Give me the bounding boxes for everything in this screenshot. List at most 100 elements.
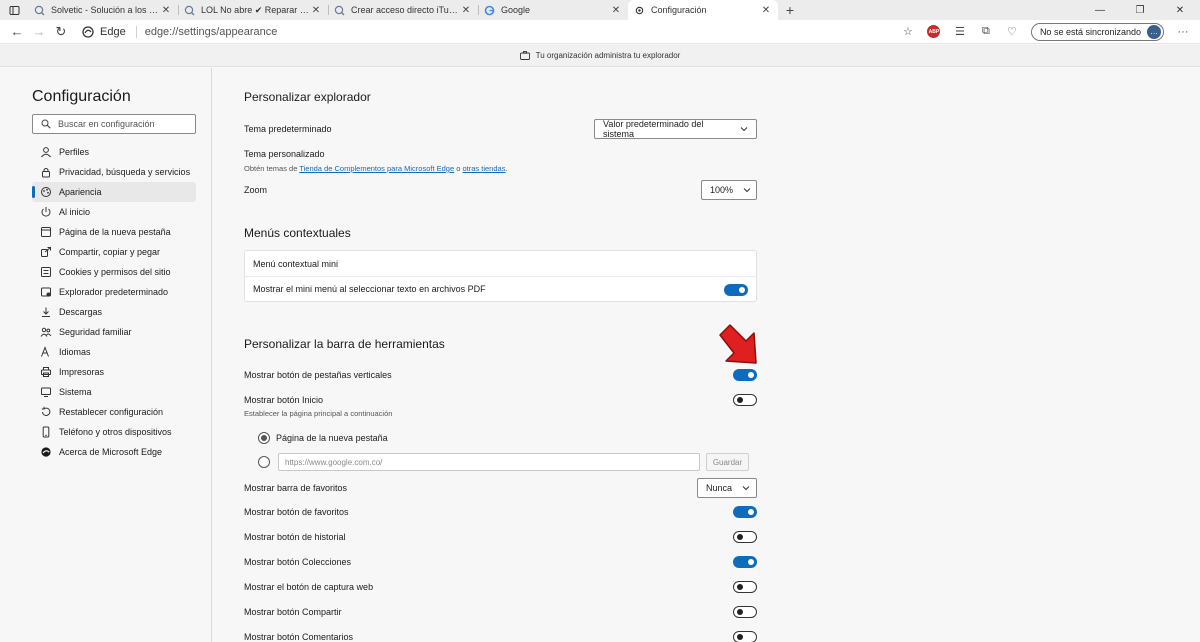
tab-close-icon[interactable]: ✕ <box>760 5 772 16</box>
url-text[interactable]: edge://settings/appearance <box>145 26 278 38</box>
radio-new-tab-page[interactable] <box>258 432 270 444</box>
sidebar-item-label: Sistema <box>59 387 92 397</box>
refresh-button[interactable]: ↻ <box>50 21 72 43</box>
other-stores-link[interactable]: otras tiendas <box>463 164 506 173</box>
favorite-star-button[interactable]: ☆ <box>897 21 919 43</box>
phone-icon <box>40 426 52 438</box>
theme-dropdown[interactable]: Valor predeterminado del sistema <box>594 119 757 139</box>
vertical-tabs-toggle[interactable] <box>733 369 757 381</box>
collections-icon: ⧉ <box>982 25 990 37</box>
favorites-bar-dropdown[interactable]: Nunca <box>697 478 757 498</box>
org-banner-text: Tu organización administra tu explorador <box>535 51 681 60</box>
home-url-input[interactable] <box>278 453 700 471</box>
sidebar-item-languages[interactable]: Idiomas <box>32 342 196 362</box>
custom-theme-suffix: . <box>505 164 508 173</box>
favorites-button[interactable]: ☰ <box>949 21 971 43</box>
sidebar-item-label: Apariencia <box>59 187 102 197</box>
tab-close-icon[interactable]: ✕ <box>160 5 172 16</box>
share-button-label: Mostrar botón Compartir <box>244 607 342 617</box>
sidebar-item-family-safety[interactable]: Seguridad familiar <box>32 322 196 342</box>
settings-search[interactable] <box>32 114 196 134</box>
comments-button-toggle[interactable] <box>733 631 757 642</box>
vertical-tabs-row: Mostrar botón de pestañas verticales <box>244 369 757 381</box>
sidebar-item-new-tab-page[interactable]: Página de la nueva pestaña <box>32 222 196 242</box>
sync-status-label: No se está sincronizando <box>1039 26 1141 37</box>
addons-store-link[interactable]: Tienda de Complementos para Microsoft Ed… <box>299 164 454 173</box>
sidebar-item-system[interactable]: Sistema <box>32 382 196 402</box>
browser-tab[interactable]: Crear acceso directo iTunes ✔ ✕ <box>328 0 478 20</box>
tab-close-icon[interactable]: ✕ <box>610 5 622 16</box>
sidebar-item-label: Teléfono y otros dispositivos <box>59 427 172 437</box>
zoom-value: 100% <box>710 185 734 195</box>
sidebar-item-default-browser[interactable]: Explorador predeterminado <box>32 282 196 302</box>
forward-button[interactable]: → <box>28 21 50 43</box>
browser-tab[interactable]: Solvetic - Solución a los problem ✕ <box>28 0 178 20</box>
sidebar-item-reset[interactable]: Restablecer configuración <box>32 402 196 422</box>
sidebar-item-share-copy-paste[interactable]: Compartir, copiar y pegar <box>32 242 196 262</box>
minimize-button[interactable]: — <box>1080 0 1120 20</box>
browser-tab[interactable]: LOL No abre ✔ Reparar Leagu ✕ <box>178 0 328 20</box>
favorites-button-toggle[interactable] <box>733 506 757 518</box>
history-button-toggle[interactable] <box>733 531 757 543</box>
downloads-button[interactable]: ♡ <box>1001 21 1023 43</box>
sidebar-item-privacy[interactable]: Privacidad, búsqueda y servicios <box>32 162 196 182</box>
address-bar[interactable]: Edge edge://settings/appearance <box>82 21 897 43</box>
language-icon <box>40 346 52 358</box>
history-button-row: Mostrar botón de historial <box>244 531 757 543</box>
zoom-row: Zoom 100% <box>244 180 757 200</box>
comments-button-row: Mostrar botón Comentarios <box>244 631 757 642</box>
tab-title: Solvetic - Solución a los problem <box>51 5 160 15</box>
sidebar-item-label: Privacidad, búsqueda y servicios <box>59 167 191 177</box>
avatar: … <box>1147 24 1161 39</box>
collections-button-toggle[interactable] <box>733 556 757 568</box>
printer-icon <box>40 366 52 378</box>
zoom-dropdown[interactable]: 100% <box>701 180 757 200</box>
sidebar-item-printers[interactable]: Impresoras <box>32 362 196 382</box>
edge-icon <box>40 446 52 458</box>
adblock-extension-button[interactable]: ABP <box>923 21 945 43</box>
appearance-icon <box>40 186 52 198</box>
tab-close-icon[interactable]: ✕ <box>460 5 472 16</box>
browser-tab[interactable]: Google ✕ <box>478 0 628 20</box>
mini-menu-pdf-toggle[interactable] <box>724 284 748 296</box>
chevron-down-icon <box>742 484 750 492</box>
custom-theme-label: Tema personalizado <box>244 149 325 159</box>
web-capture-button-row: Mostrar el botón de captura web <box>244 581 757 593</box>
sidebar-item-appearance[interactable]: Apariencia <box>32 182 196 202</box>
web-capture-button-toggle[interactable] <box>733 581 757 593</box>
new-tab-icon <box>40 226 52 238</box>
settings-more-button[interactable]: ··· <box>1172 21 1194 43</box>
search-input[interactable] <box>58 119 188 129</box>
tab-close-icon[interactable]: ✕ <box>310 5 322 16</box>
comments-button-label: Mostrar botón Comentarios <box>244 632 354 642</box>
sidebar-item-profiles[interactable]: Perfiles <box>32 142 196 162</box>
tab-actions-button[interactable] <box>0 0 28 20</box>
address-toolbar: ← → ↻ Edge edge://settings/appearance ☆ … <box>0 20 1200 44</box>
favorites-list-icon: ☰ <box>955 26 965 38</box>
radio-custom-url[interactable] <box>258 456 270 468</box>
profile-sync-button[interactable]: No se está sincronizando … <box>1030 22 1164 41</box>
sidebar-item-downloads[interactable]: Descargas <box>32 302 196 322</box>
org-managed-banner: Tu organización administra tu explorador <box>0 45 1200 67</box>
collections-button[interactable]: ⧉ <box>975 21 997 43</box>
close-window-button[interactable]: ✕ <box>1160 0 1200 20</box>
sidebar-item-cookies[interactable]: Cookies y permisos del sitio <box>32 262 196 282</box>
restore-button[interactable]: ❐ <box>1120 0 1160 20</box>
profile-icon <box>40 146 52 158</box>
sidebar-item-about[interactable]: Acerca de Microsoft Edge <box>32 442 196 462</box>
home-button-toggle[interactable] <box>733 394 757 406</box>
save-home-url-button[interactable]: Guardar <box>706 453 749 471</box>
sidebar-item-startup[interactable]: Al inicio <box>32 202 196 222</box>
sidebar-item-phone-devices[interactable]: Teléfono y otros dispositivos <box>32 422 196 442</box>
back-button[interactable]: ← <box>6 21 28 43</box>
tab-actions-icon <box>9 5 19 15</box>
cookie-icon <box>40 266 52 278</box>
section-title-context-menus: Menús contextuales <box>244 226 351 240</box>
custom-theme-mid: o <box>456 164 461 173</box>
toolbar-icons: ☆ ABP ☰ ⧉ ♡ No se está sincronizando … ·… <box>897 21 1194 43</box>
browser-tab-active[interactable]: Configuración ✕ <box>628 0 778 20</box>
share-button-toggle[interactable] <box>733 606 757 618</box>
new-tab-button[interactable]: + <box>778 0 802 20</box>
settings-main: Personalizar explorador Tema predetermin… <box>213 68 1200 642</box>
share-button-row: Mostrar botón Compartir <box>244 606 757 618</box>
